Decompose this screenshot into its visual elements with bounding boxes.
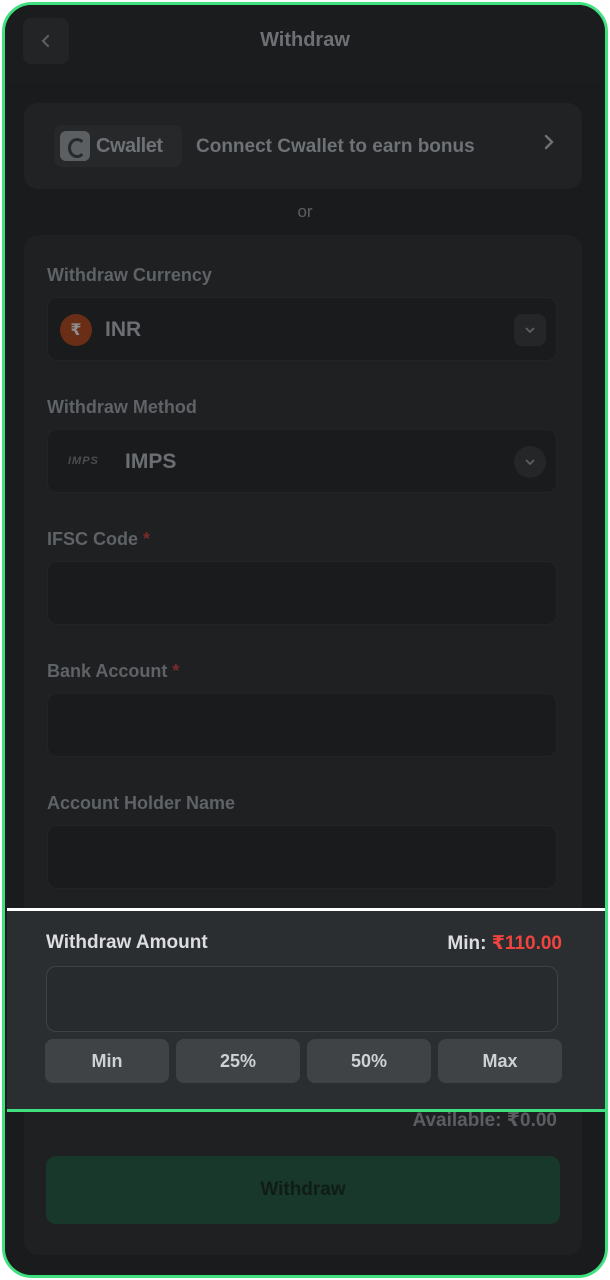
cwallet-logo: Cwallet xyxy=(54,125,182,167)
cwallet-text: Connect Cwallet to earn bonus xyxy=(196,136,475,157)
amount-min-value: ₹110.00 xyxy=(491,933,562,954)
amount-min: Min: ₹110.00 xyxy=(447,932,562,955)
highlight-bottom-border xyxy=(7,1109,605,1112)
header: Withdraw xyxy=(5,5,605,83)
ifsc-label-text: IFSC Code xyxy=(47,529,139,549)
ifsc-input[interactable] xyxy=(47,561,557,625)
chevron-right-icon xyxy=(544,134,554,150)
chevron-down-icon[interactable] xyxy=(514,446,546,478)
holder-name-label: Account Holder Name xyxy=(47,793,236,813)
cwallet-banner[interactable]: Cwallet Connect Cwallet to earn bonus xyxy=(24,103,582,189)
ifsc-label: IFSC Code * xyxy=(47,529,150,550)
required-mark: * xyxy=(172,661,180,681)
rupee-icon: ₹ xyxy=(60,314,92,346)
bank-account-label: Bank Account * xyxy=(47,661,179,682)
withdraw-submit-button[interactable]: Withdraw xyxy=(46,1156,560,1224)
cwallet-logo-icon xyxy=(60,131,90,161)
quick-min-button[interactable]: Min xyxy=(45,1039,169,1083)
bank-account-input[interactable] xyxy=(47,693,557,757)
bank-account-label-text: Bank Account xyxy=(47,661,168,681)
cwallet-brand: Cwallet xyxy=(96,134,163,157)
chevron-down-icon[interactable] xyxy=(514,314,546,346)
or-separator: or xyxy=(297,202,313,221)
app-frame: Withdraw Cwallet Connect Cwallet to earn… xyxy=(2,2,608,1278)
quick-25-button[interactable]: 25% xyxy=(176,1039,300,1083)
currency-value: INR xyxy=(105,318,142,341)
method-label: Withdraw Method xyxy=(47,397,197,417)
page-title: Withdraw xyxy=(260,29,350,51)
holder-name-input[interactable] xyxy=(47,825,557,889)
currency-label: Withdraw Currency xyxy=(47,265,212,285)
withdraw-amount-panel: Withdraw Amount Min: ₹110.00 Min 25% 50%… xyxy=(7,908,605,1110)
amount-input[interactable] xyxy=(46,966,558,1032)
amount-label: Withdraw Amount xyxy=(46,932,208,953)
imps-logo: IMPS xyxy=(68,455,99,467)
available-balance: Available: ₹0.00 xyxy=(412,1110,557,1131)
quick-max-button[interactable]: Max xyxy=(438,1039,562,1083)
currency-select[interactable]: ₹ INR xyxy=(47,297,557,361)
amount-min-label: Min: xyxy=(447,933,487,954)
method-select[interactable]: IMPS IMPS xyxy=(47,429,557,493)
screen: Withdraw Cwallet Connect Cwallet to earn… xyxy=(5,5,605,1275)
method-value: IMPS xyxy=(125,450,177,473)
required-mark: * xyxy=(143,529,151,549)
quick-amount-row: Min 25% 50% Max xyxy=(45,1039,562,1083)
quick-50-button[interactable]: 50% xyxy=(307,1039,431,1083)
